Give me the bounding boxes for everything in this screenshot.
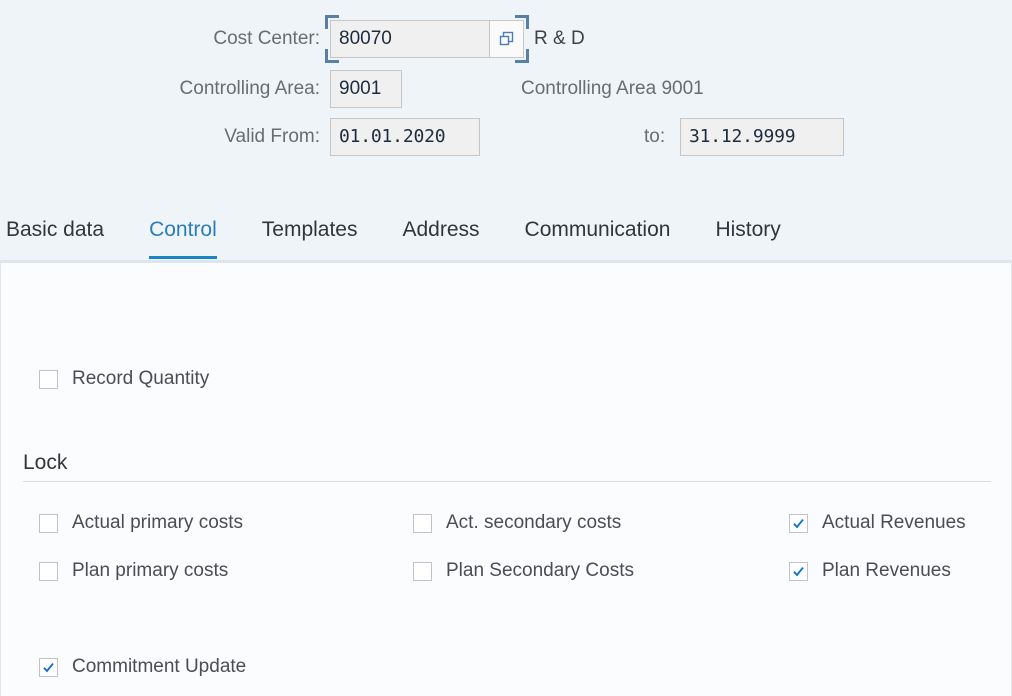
valid-from-row: Valid From: 01.01.2020 [0,118,480,156]
lock-act-secondary-costs-label: Act. secondary costs [446,512,622,533]
record-quantity-checkbox[interactable] [39,369,58,389]
controlling-area-row: Controlling Area: 9001 [0,70,402,108]
cost-center-value-help-button[interactable] [490,20,524,58]
lock-plan-secondary-costs-label: Plan Secondary Costs [446,560,634,581]
cost-center-row: Cost Center: 80070 R & D [0,15,585,63]
commitment-update-label: Commitment Update [72,656,247,677]
valid-from-input[interactable]: 01.01.2020 [330,118,480,156]
lock-actual-revenues-checkbox[interactable] [789,513,808,533]
lock-plan-revenues-label: Plan Revenues [822,560,951,581]
control-tab-content: Record Quantity Lock Actual primary cost… [0,263,1012,696]
lock-actual-revenues-label: Actual Revenues [822,512,966,533]
lock-section-title: Lock [23,451,68,474]
lock-actual-primary-costs-row: Actual primary costs [39,512,243,534]
commitment-update-checkbox[interactable] [39,657,58,677]
tab-basic-data[interactable]: Basic data [6,208,104,256]
record-quantity-row: Record Quantity [39,368,209,390]
cost-center-field-group: 80070 [325,15,529,63]
controlling-area-input[interactable]: 9001 [330,70,402,108]
record-quantity-label: Record Quantity [72,368,210,389]
lock-actual-revenues-row: Actual Revenues [789,512,966,534]
lock-plan-revenues-row: Plan Revenues [789,560,951,582]
tab-control[interactable]: Control [149,208,217,259]
controlling-area-description: Controlling Area 9001 [521,78,704,99]
lock-plan-primary-costs-row: Plan primary costs [39,560,228,582]
tab-address[interactable]: Address [402,208,479,256]
lock-section-divider [23,481,991,482]
lock-plan-primary-costs-label: Plan primary costs [72,560,229,581]
cost-center-description: R & D [534,28,585,49]
tab-templates[interactable]: Templates [262,208,358,256]
tab-bar: Basic data Control Templates Address Com… [0,208,1012,263]
controlling-area-label: Controlling Area: [179,78,320,99]
valid-from-label: Valid From: [224,126,320,147]
lock-actual-primary-costs-checkbox[interactable] [39,513,58,533]
valid-to-input[interactable]: 31.12.9999 [680,118,844,156]
commitment-update-row: Commitment Update [39,656,246,678]
lock-plan-revenues-checkbox[interactable] [789,561,808,581]
lock-plan-secondary-costs-checkbox[interactable] [413,561,432,581]
value-help-icon [498,31,515,48]
cost-center-label: Cost Center: [213,28,320,49]
lock-plan-secondary-costs-row: Plan Secondary Costs [413,560,634,582]
object-header-panel: Cost Center: 80070 R & D Controlling Are… [0,0,1012,205]
valid-to-label: to: [644,126,666,147]
lock-act-secondary-costs-row: Act. secondary costs [413,512,621,534]
lock-actual-primary-costs-label: Actual primary costs [72,512,244,533]
cost-center-input[interactable]: 80070 [330,20,490,58]
tab-history[interactable]: History [715,208,780,256]
lock-act-secondary-costs-checkbox[interactable] [413,513,432,533]
lock-plan-primary-costs-checkbox[interactable] [39,561,58,581]
tab-communication[interactable]: Communication [525,208,671,256]
